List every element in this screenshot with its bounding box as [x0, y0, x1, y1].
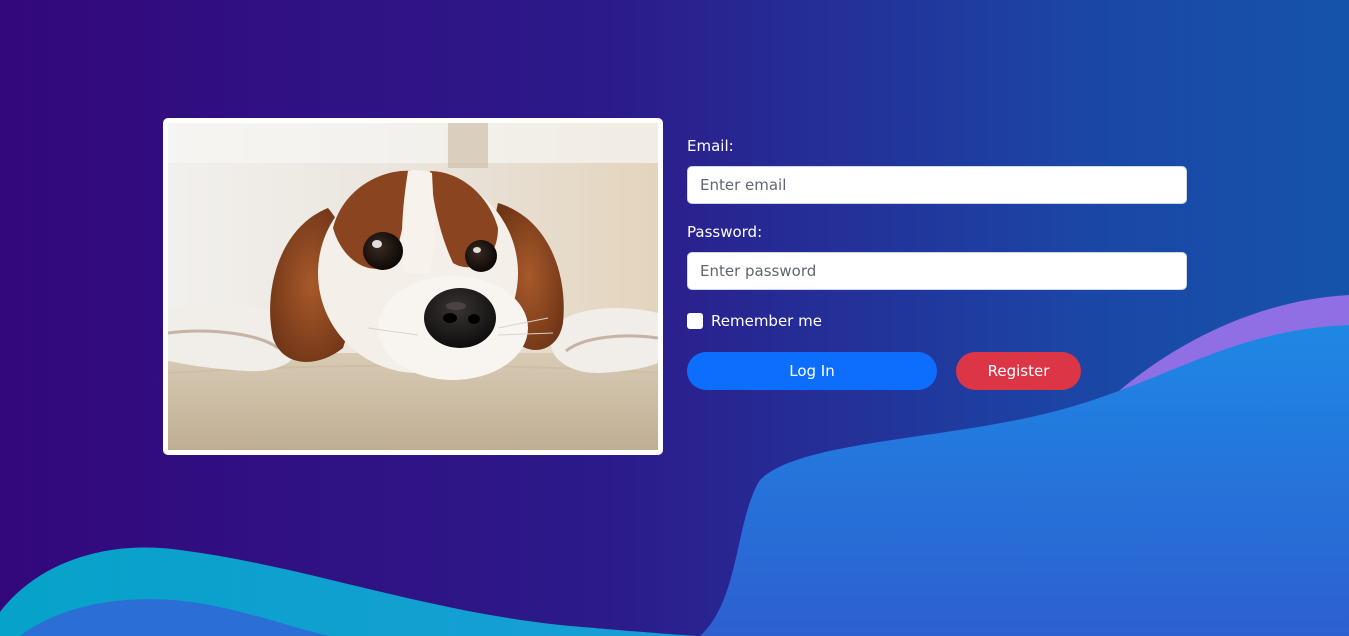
email-label: Email: — [687, 137, 734, 155]
dog-photo-card — [163, 118, 663, 455]
login-button[interactable]: Log In — [687, 352, 937, 390]
email-input[interactable] — [687, 166, 1187, 204]
form-buttons: Log In Register — [687, 352, 1187, 390]
register-button[interactable]: Register — [956, 352, 1081, 390]
password-input[interactable] — [687, 252, 1187, 290]
login-form: Email: Password: Remember me Log In Regi… — [687, 136, 1187, 390]
password-label: Password: — [687, 223, 763, 241]
remember-me-checkbox[interactable] — [687, 313, 703, 329]
dog-photo — [168, 123, 658, 450]
remember-me-row: Remember me — [687, 309, 1187, 333]
remember-me-label: Remember me — [711, 312, 822, 330]
